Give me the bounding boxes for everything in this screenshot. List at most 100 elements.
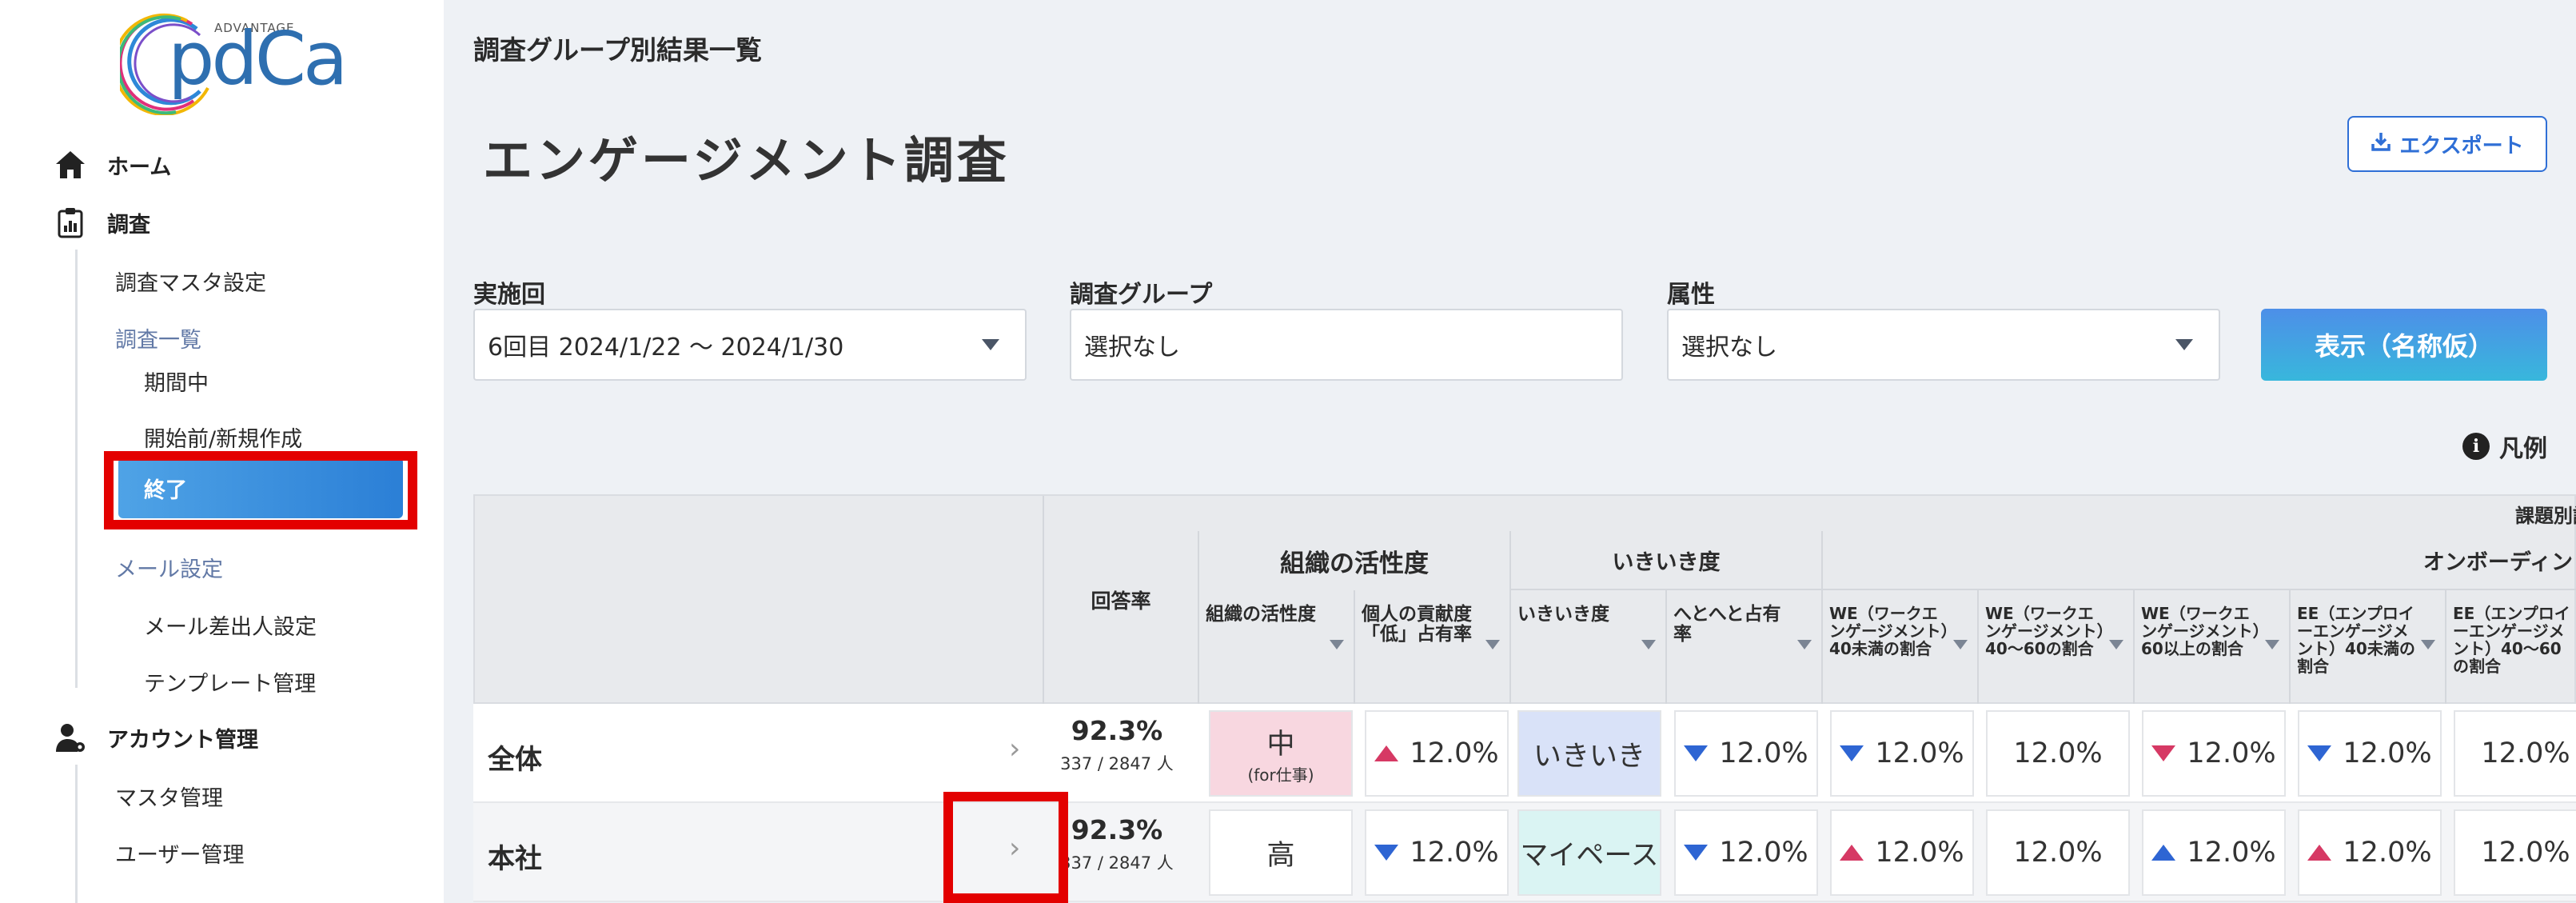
- org-activity-sub: (for仕事): [1247, 765, 1314, 785]
- hetoheto-cell: 12.0%: [1674, 710, 1818, 797]
- nav-in-period[interactable]: 期間中: [144, 366, 209, 397]
- home-icon: [53, 147, 88, 182]
- attr-label: 属性: [1667, 281, 1715, 309]
- group-kadai-header: 課題別調査: [2515, 504, 2576, 527]
- col-hetoheto[interactable]: へとへと占有率: [1665, 590, 1821, 705]
- we-under40-cell: 12.0%: [1830, 710, 1974, 797]
- up-triangle-icon: [1840, 845, 1864, 861]
- sort-icon[interactable]: [1641, 640, 1656, 649]
- org-activity-value: 中: [1266, 729, 1295, 761]
- app-logo[interactable]: ADVANTAGE pdCa: [120, 11, 348, 123]
- page-title: エンゲージメント調査: [483, 131, 1010, 190]
- table-row[interactable]: 本社 › 92.3% 337 / 2847 人 高 12.0% マイペース 12…: [473, 803, 2576, 902]
- chevron-down-icon: [2175, 339, 2193, 350]
- group-select[interactable]: 選択なし: [1070, 309, 1623, 381]
- down-triangle-icon: [2307, 745, 2332, 761]
- legend-label: 凡例: [2499, 435, 2547, 463]
- ee-under40-cell: 12.0%: [2298, 710, 2442, 797]
- group-label: 調査グループ: [1070, 281, 1213, 309]
- attr-value: 選択なし: [1681, 334, 1777, 362]
- info-icon: i: [2462, 433, 2490, 460]
- sort-icon[interactable]: [1485, 640, 1500, 649]
- col-we-over60[interactable]: WE（ワークエンゲージメント）60以上の割合: [2133, 590, 2289, 705]
- we-over60-cell: 12.0%: [2142, 710, 2286, 797]
- show-button[interactable]: 表示（名称仮）: [2261, 309, 2547, 381]
- col-org-activity[interactable]: 組織の活性度: [1198, 590, 1354, 705]
- nav-home[interactable]: ホーム: [53, 147, 171, 182]
- up-triangle-icon: [1374, 745, 1399, 761]
- group-org-header: 組織の活性度: [1198, 531, 1509, 590]
- org-activity-cell: 高: [1209, 809, 1353, 896]
- nav-master[interactable]: マスタ管理: [115, 781, 223, 812]
- up-triangle-icon: [2307, 845, 2332, 861]
- round-label: 実施回: [473, 281, 545, 309]
- round-select[interactable]: 6回目 2024/1/22 〜 2024/1/30: [473, 309, 1027, 381]
- nav-account[interactable]: アカウント管理: [53, 720, 258, 755]
- download-icon: [2371, 131, 2391, 158]
- sort-icon[interactable]: [2421, 640, 2435, 649]
- sort-icon[interactable]: [1797, 640, 1812, 649]
- ikiiki-cell: いきいき: [1517, 710, 1661, 797]
- chevron-right-icon[interactable]: ›: [1009, 733, 1020, 765]
- group-ikiiki-header: いきいき度: [1509, 531, 1821, 590]
- breadcrumb: 調査グループ別結果一覧: [473, 34, 763, 66]
- contribution-cell: 12.0%: [1365, 710, 1509, 797]
- sort-icon[interactable]: [2265, 640, 2279, 649]
- col-ee-under40[interactable]: EE（エンプロイーエンゲージメント）40未満の割合: [2289, 590, 2445, 705]
- group-onboarding-header: オンボーディン: [1821, 531, 2576, 590]
- table-header: 回答率 課題別調査 組織の活性度 いきいき度 オンボーディン 組織の活性度 個人…: [473, 494, 2576, 705]
- legend-button[interactable]: i 凡例: [2462, 429, 2547, 464]
- col-ee-40-60[interactable]: EE（エンプロイーエンゲージメント）40〜60の割合: [2445, 590, 2576, 705]
- nav-survey-label: 調査: [107, 212, 150, 238]
- we-40-60-cell: 12.0%: [1986, 710, 2130, 797]
- up-triangle-icon: [2151, 845, 2176, 861]
- nav-users[interactable]: ユーザー管理: [115, 837, 244, 869]
- nav-home-label: ホーム: [107, 154, 172, 180]
- nav-template[interactable]: テンプレート管理: [144, 666, 316, 697]
- hetoheto-cell: 12.0%: [1674, 809, 1818, 896]
- ee-40-60-cell: 12.0%: [2454, 710, 2576, 797]
- group-value: 選択なし: [1084, 334, 1180, 362]
- sort-icon[interactable]: [2109, 640, 2123, 649]
- sidebar: ADVANTAGE pdCa ホーム 調査 調査マスタ設定 調査一覧 期間中 開…: [0, 0, 444, 903]
- nav-before-start[interactable]: 開始前/新規作成: [144, 422, 302, 453]
- table-row[interactable]: 全体 › 92.3% 337 / 2847 人 中 (for仕事) 12.0% …: [473, 704, 2576, 803]
- nav-survey-master[interactable]: 調査マスタ設定: [115, 266, 266, 297]
- chevron-down-icon: [982, 339, 999, 350]
- sort-icon[interactable]: [1330, 640, 1344, 649]
- col-we-40-60[interactable]: WE（ワークエンゲージメント）40〜60の割合: [1977, 590, 2133, 705]
- ikiiki-cell: マイペース: [1517, 809, 1661, 896]
- rate-header: 回答率: [1043, 496, 1198, 704]
- we-over60-cell: 12.0%: [2142, 809, 2286, 896]
- col-we-under40[interactable]: WE（ワークエンゲージメント）40未満の割合: [1821, 590, 1977, 705]
- attr-select[interactable]: 選択なし: [1667, 309, 2220, 381]
- contribution-cell: 12.0%: [1365, 809, 1509, 896]
- results-table: 回答率 課題別調査 組織の活性度 いきいき度 オンボーディン 組織の活性度 個人…: [473, 494, 2576, 903]
- row-label: 全体: [488, 744, 542, 776]
- nav-mail-sender[interactable]: メール差出人設定: [144, 609, 317, 641]
- down-triangle-icon: [1374, 845, 1399, 861]
- clipboard-chart-icon: [53, 205, 88, 240]
- rate-cell: 92.3% 337 / 2847 人: [1041, 704, 1193, 775]
- nav-mail-settings[interactable]: メール設定: [115, 552, 223, 583]
- col-contribution-low[interactable]: 個人の貢献度「低」占有率: [1354, 590, 1509, 705]
- nav-survey[interactable]: 調査: [53, 205, 150, 240]
- rate-percent: 92.3%: [1071, 715, 1163, 746]
- highlight-box-nav: [104, 451, 417, 529]
- down-triangle-icon: [1840, 745, 1864, 761]
- col-ikiiki[interactable]: いきいき度: [1509, 590, 1665, 705]
- we-under40-cell: 12.0%: [1830, 809, 1974, 896]
- nav-survey-list[interactable]: 調査一覧: [115, 322, 201, 354]
- down-triangle-icon: [2151, 745, 2176, 761]
- highlight-box-row: [943, 792, 1068, 903]
- org-activity-cell: 中 (for仕事): [1209, 710, 1353, 797]
- export-label: エクスポート: [2399, 134, 2524, 158]
- nav-account-label: アカウント管理: [107, 727, 258, 753]
- nav-tree-line: [75, 250, 78, 688]
- sort-icon[interactable]: [1953, 640, 1968, 649]
- export-button[interactable]: エクスポート: [2347, 116, 2547, 172]
- down-triangle-icon: [1684, 745, 1709, 761]
- row-label: 本社: [488, 843, 542, 875]
- nav-tree-line-2: [75, 765, 78, 903]
- user-gear-icon: [53, 720, 88, 755]
